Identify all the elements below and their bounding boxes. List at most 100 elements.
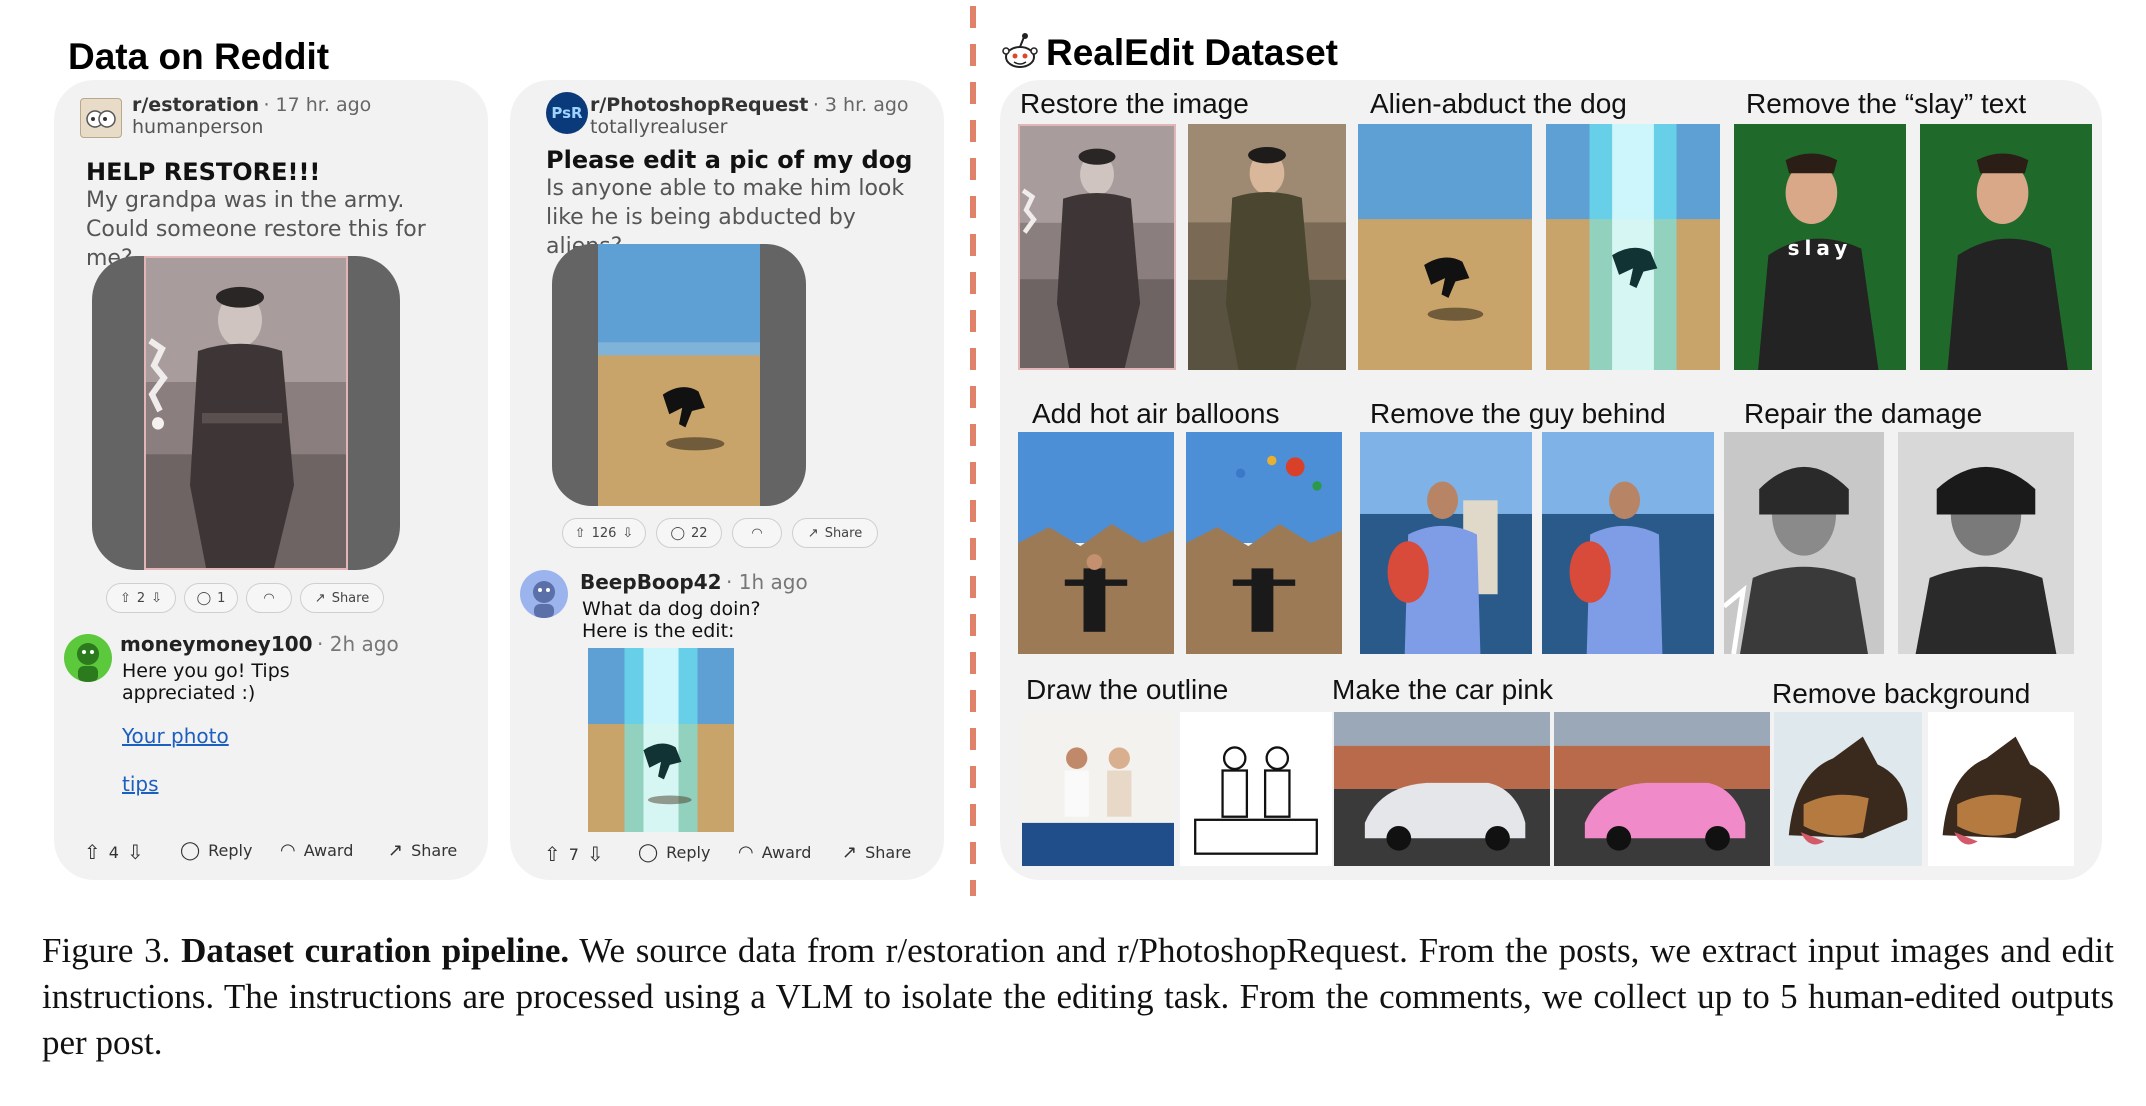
share-label: Share xyxy=(865,843,912,862)
reply-button[interactable]: ◯ Reply xyxy=(638,842,710,863)
downvote-icon[interactable]: ⇩ xyxy=(151,591,162,606)
figure-caption: Figure 3. Dataset curation pipeline. We … xyxy=(42,928,2114,1066)
task-label-outline: Draw the outline xyxy=(1026,674,1229,705)
reddit-post-estoration: r/estoration · 17 hr. ago humanperson HE… xyxy=(54,80,488,880)
comment-time: · 1h ago xyxy=(726,570,808,594)
downvote-icon[interactable]: ⇩ xyxy=(127,840,144,864)
share-label: Share xyxy=(824,525,863,541)
upvote-icon[interactable]: ⇧ xyxy=(544,842,561,866)
comment-text-line2: Here is the edit: xyxy=(582,620,735,642)
post-author[interactable]: humanperson xyxy=(132,116,263,138)
post-title: HELP RESTORE!!! xyxy=(86,158,321,186)
upvote-icon[interactable]: ⇧ xyxy=(84,840,101,864)
left-section-title: Data on Reddit xyxy=(68,36,330,77)
vote-count: 2 xyxy=(136,590,146,606)
reply-icon: ◯ xyxy=(180,840,201,861)
subreddit-avatar-text: PsR xyxy=(551,104,583,122)
caption-label: Figure 3. xyxy=(42,931,171,970)
award-pill[interactable]: ◠ xyxy=(246,583,292,613)
task-label-pink-car: Make the car pink xyxy=(1332,674,1553,705)
downvote-icon[interactable]: ⇩ xyxy=(587,842,604,866)
share-button[interactable]: ↗ Share xyxy=(388,840,457,861)
comment-count: 22 xyxy=(691,525,708,541)
comments-pill[interactable]: ◯ 22 xyxy=(656,518,722,548)
comment-count: 1 xyxy=(217,590,226,606)
slay-text: slay xyxy=(1787,236,1853,260)
alien-input-image xyxy=(1358,124,1532,370)
comment-link-photo[interactable]: Your photo xyxy=(122,724,229,748)
share-icon: ↗ xyxy=(842,842,858,863)
post-image-frame[interactable] xyxy=(552,244,806,506)
abducted-dog-photo[interactable] xyxy=(588,648,734,832)
balloons-input-image xyxy=(1018,432,1174,654)
subreddit-name[interactable]: r/PhotoshopRequest xyxy=(590,94,808,116)
award-label: Award xyxy=(761,843,812,862)
award-icon: ◠ xyxy=(280,840,296,861)
reply-label: Reply xyxy=(208,841,253,860)
remove-bg-input-image xyxy=(1774,712,1922,866)
slay-input-image: slay xyxy=(1734,124,1906,370)
task-label-remove-bg: Remove background xyxy=(1772,678,2031,709)
remove-guy-input-image xyxy=(1360,432,1532,654)
subreddit-avatar xyxy=(80,98,122,138)
share-button[interactable]: ↗ Share xyxy=(842,842,911,863)
task-label-restore: Restore the image xyxy=(1020,88,1249,119)
snoo-icon xyxy=(1000,32,1040,72)
post-time: · 17 hr. ago xyxy=(263,94,372,116)
task-label-alien: Alien-abduct the dog xyxy=(1370,88,1627,119)
reddit-post-photoshoprequest: PsR r/PhotoshopRequest · 3 hr. ago total… xyxy=(510,80,944,880)
subreddit-name[interactable]: r/estoration xyxy=(132,94,259,116)
commenter-avatar xyxy=(64,634,112,682)
award-button[interactable]: ◠ Award xyxy=(280,840,353,861)
post-author[interactable]: totallyrealuser xyxy=(590,116,727,138)
comment-vote-count: 7 xyxy=(568,844,579,864)
downvote-icon[interactable]: ⇩ xyxy=(622,526,633,541)
reply-button[interactable]: ◯ Reply xyxy=(180,840,252,861)
repair-output-image xyxy=(1898,432,2074,654)
caption-bold: Dataset curation pipeline. xyxy=(181,931,570,970)
award-icon: ◠ xyxy=(738,842,754,863)
upvote-icon[interactable]: ⇧ xyxy=(120,591,131,606)
vote-pill[interactable]: ⇧ 126 ⇩ xyxy=(562,518,646,548)
comment-vote[interactable]: ⇧ 7 ⇩ xyxy=(544,842,604,866)
comment-vote-count: 4 xyxy=(108,842,119,862)
share-label: Share xyxy=(411,841,458,860)
comment-author[interactable]: moneymoney100 xyxy=(120,632,313,656)
share-label: Share xyxy=(331,590,370,606)
comment-time: · 2h ago xyxy=(317,632,399,656)
pink-car-output-image xyxy=(1554,712,1770,866)
share-pill[interactable]: ↗ Share xyxy=(792,518,878,548)
commenter-avatar xyxy=(520,570,568,618)
post-image-frame[interactable] xyxy=(92,256,400,570)
comment-vote[interactable]: ⇧ 4 ⇩ xyxy=(84,840,144,864)
outline-output-image xyxy=(1180,712,1332,866)
reply-label: Reply xyxy=(666,843,711,862)
comment-icon: ◯ xyxy=(670,525,685,541)
subreddit-avatar: PsR xyxy=(546,92,588,134)
comment-icon: ◯ xyxy=(196,590,212,606)
award-label: Award xyxy=(303,841,354,860)
comments-pill[interactable]: ◯ 1 xyxy=(184,583,238,613)
vote-pill[interactable]: ⇧ 2 ⇩ xyxy=(106,583,176,613)
comment-author[interactable]: BeepBoop42 xyxy=(580,570,722,594)
award-icon: ◠ xyxy=(263,590,275,606)
comment-link-tips[interactable]: tips xyxy=(122,772,159,796)
award-icon: ◠ xyxy=(751,525,763,541)
task-label-balloons: Add hot air balloons xyxy=(1032,398,1280,429)
award-button[interactable]: ◠ Award xyxy=(738,842,811,863)
task-label-repair: Repair the damage xyxy=(1744,398,1983,429)
award-pill[interactable]: ◠ xyxy=(732,518,782,548)
share-pill[interactable]: ↗ Share xyxy=(300,583,384,613)
upvote-icon[interactable]: ⇧ xyxy=(575,526,586,541)
pink-car-input-image xyxy=(1334,712,1550,866)
vote-count: 126 xyxy=(591,525,617,541)
post-time: · 3 hr. ago xyxy=(812,94,909,116)
section-divider xyxy=(970,6,976,896)
post-title: Please edit a pic of my dog xyxy=(546,146,913,174)
restore-output-image xyxy=(1188,124,1346,370)
share-icon: ↗ xyxy=(807,525,819,541)
soldier-photo xyxy=(144,256,348,570)
balloons-output-image xyxy=(1186,432,1342,654)
task-label-slay: Remove the “slay” text xyxy=(1746,88,2027,119)
restore-input-image xyxy=(1018,124,1176,370)
